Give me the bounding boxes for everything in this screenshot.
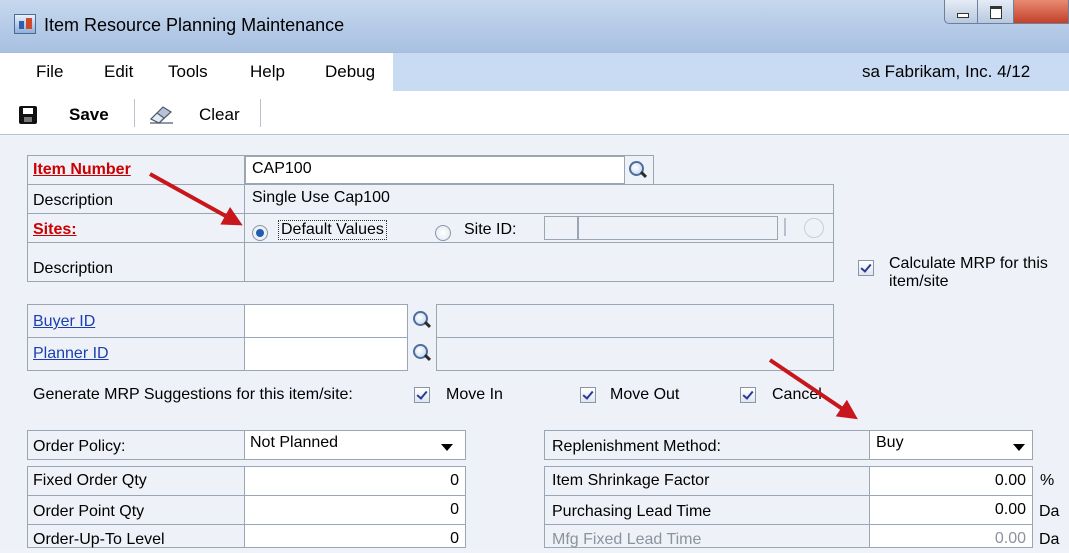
site-id-lookup-icon xyxy=(804,218,824,238)
site-description-cell xyxy=(244,242,834,282)
calculate-mrp-label-line2: item/site xyxy=(889,273,949,290)
buyer-id-lookup-icon[interactable] xyxy=(410,309,432,331)
close-button[interactable] xyxy=(1014,0,1069,24)
move-in-label: Move In xyxy=(446,386,503,403)
order-point-qty-label: Order Point Qty xyxy=(33,503,145,520)
move-out-label: Move Out xyxy=(610,386,680,403)
description-value: Single Use Cap100 xyxy=(252,189,390,206)
replenishment-method-value: Buy xyxy=(876,434,904,451)
site-id-expansion-icon xyxy=(784,218,786,236)
replenishment-method-label: Replenishment Method: xyxy=(552,438,721,455)
order-policy-label: Order Policy: xyxy=(33,438,126,455)
move-in-checkbox[interactable] xyxy=(414,387,430,403)
menu-help[interactable]: Help xyxy=(250,62,285,82)
fixed-order-qty-label: Fixed Order Qty xyxy=(33,472,147,489)
move-out-checkbox[interactable] xyxy=(580,387,596,403)
item-shrinkage-factor-input[interactable]: 0.00 xyxy=(869,466,1033,496)
percent-unit-label: % xyxy=(1040,472,1055,489)
buyer-name-cell xyxy=(436,304,834,338)
site-description-label: Description xyxy=(33,260,114,277)
default-values-label[interactable]: Default Values xyxy=(278,220,387,240)
order-policy-value: Not Planned xyxy=(250,434,339,451)
menu-debug[interactable]: Debug xyxy=(325,62,375,82)
default-values-radio[interactable] xyxy=(252,225,268,241)
order-point-qty-input[interactable]: 0 xyxy=(244,495,466,525)
chevron-down-icon xyxy=(441,444,453,451)
minimize-button[interactable] xyxy=(944,0,978,24)
company-info: sa Fabrikam, Inc. 4/12 xyxy=(862,62,1031,81)
order-up-to-level-input[interactable]: 0 xyxy=(244,524,466,548)
menu-edit[interactable]: Edit xyxy=(104,62,133,82)
save-label: Save xyxy=(69,105,109,124)
planner-id-lookup-icon[interactable] xyxy=(410,342,432,364)
app-icon xyxy=(14,14,36,34)
mfg-fixed-lead-time-input: 0.00 xyxy=(869,524,1033,548)
description-label: Description xyxy=(33,192,114,209)
site-id-name-input xyxy=(578,216,778,240)
chevron-down-icon xyxy=(1013,444,1025,451)
site-id-label: Site ID: xyxy=(464,221,517,238)
menu-file[interactable]: File xyxy=(36,62,63,82)
calculate-mrp-label-line1: Calculate MRP for this xyxy=(889,255,1048,272)
maximize-button[interactable] xyxy=(978,0,1014,24)
calculate-mrp-label: Calculate MRP for this item/site xyxy=(889,255,1048,291)
eraser-icon xyxy=(149,106,173,124)
planner-id-link[interactable]: Planner ID xyxy=(33,345,109,363)
item-shrinkage-factor-label: Item Shrinkage Factor xyxy=(552,472,710,489)
planner-id-input[interactable] xyxy=(244,337,408,371)
toolbar-separator xyxy=(260,99,261,127)
fixed-order-qty-input[interactable]: 0 xyxy=(244,466,466,496)
item-number-lookup-icon[interactable] xyxy=(626,159,648,181)
days-unit-label: Da xyxy=(1039,531,1060,548)
calculate-mrp-checkbox[interactable] xyxy=(858,260,874,276)
site-id-input xyxy=(544,216,578,240)
order-up-to-level-label: Order-Up-To Level xyxy=(33,531,165,548)
save-icon xyxy=(19,106,37,124)
item-number-link[interactable]: Item Number xyxy=(33,161,131,179)
toolbar-separator xyxy=(134,99,135,127)
sites-link[interactable]: Sites: xyxy=(33,221,77,239)
site-id-radio[interactable] xyxy=(435,225,451,241)
clear-label: Clear xyxy=(199,105,240,124)
item-number-value: CAP100 xyxy=(252,160,312,177)
generate-mrp-label: Generate MRP Suggestions for this item/s… xyxy=(33,386,353,403)
mfg-fixed-lead-time-label: Mfg Fixed Lead Time xyxy=(552,531,702,548)
purchasing-lead-time-label: Purchasing Lead Time xyxy=(552,503,712,520)
window-title: Item Resource Planning Maintenance xyxy=(44,15,345,35)
days-unit-label: Da xyxy=(1039,503,1060,520)
cancel-checkbox[interactable] xyxy=(740,387,756,403)
buyer-id-link[interactable]: Buyer ID xyxy=(33,313,95,331)
buyer-id-input[interactable] xyxy=(244,304,408,338)
menu-tools[interactable]: Tools xyxy=(168,62,208,82)
purchasing-lead-time-input[interactable]: 0.00 xyxy=(869,495,1033,525)
